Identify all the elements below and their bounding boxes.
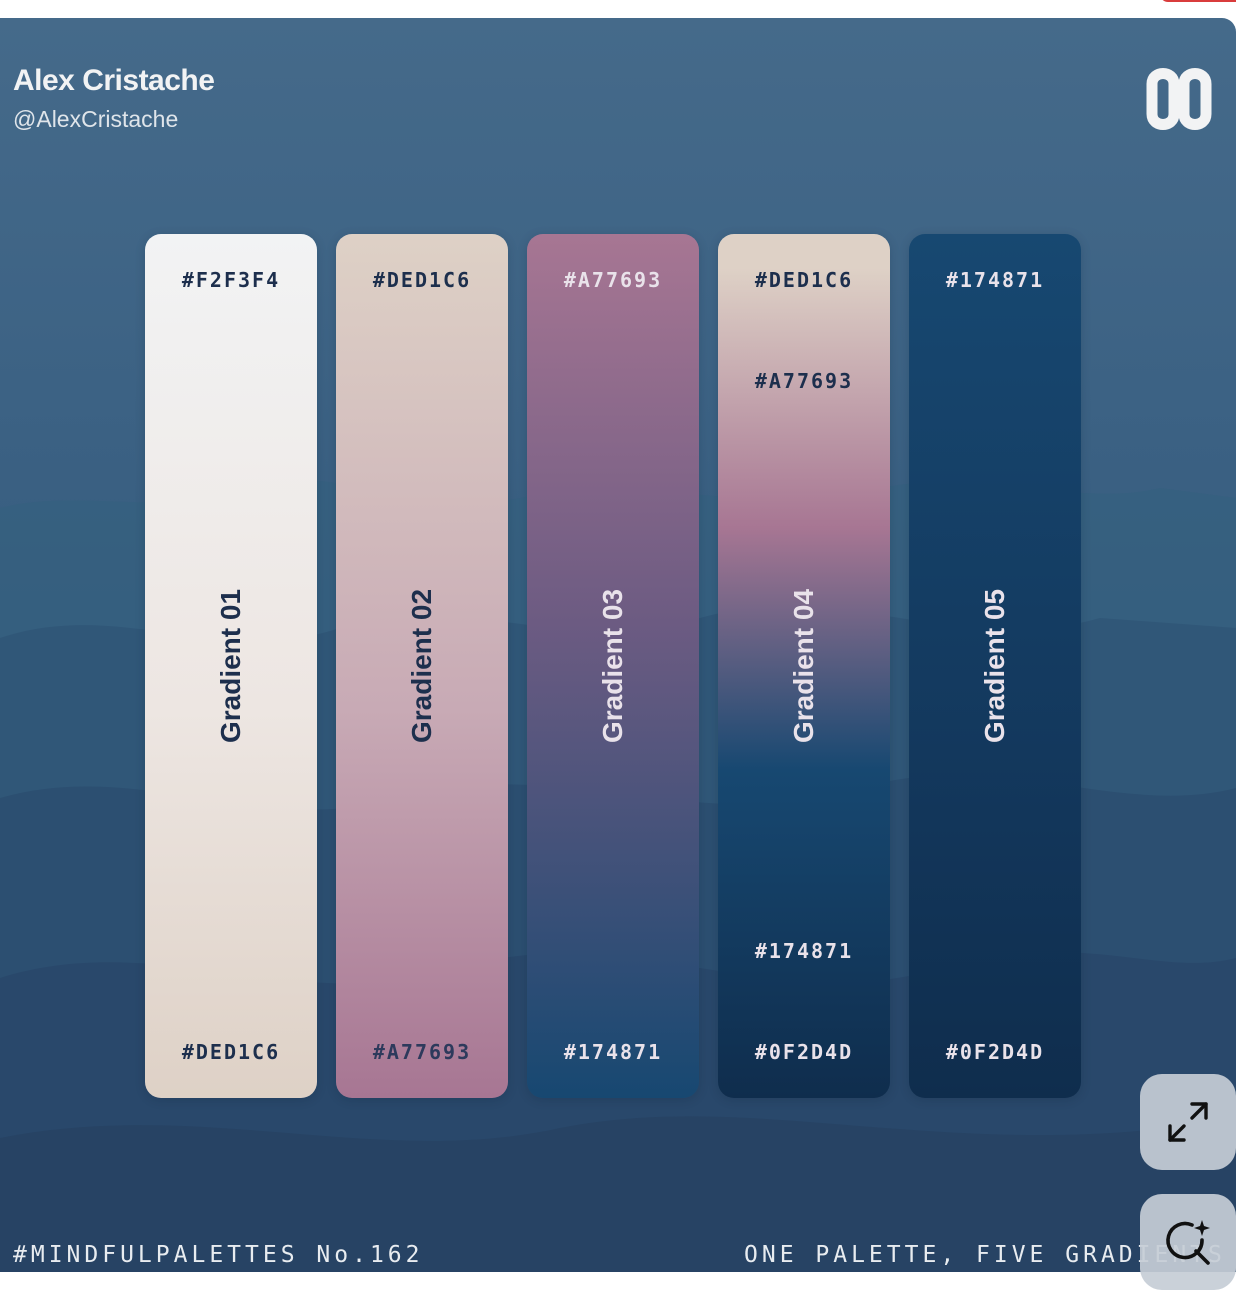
- author-block: Alex Cristache @AlexCristache: [13, 64, 215, 133]
- swatch-label: Gradient 03: [597, 588, 628, 744]
- hex-top: #F2F3F4: [181, 268, 281, 292]
- expand-button[interactable]: [1140, 1074, 1236, 1170]
- hex-bottom: #0F2D4D: [945, 1040, 1045, 1064]
- footer-hashtag: #MINDFULPALETTES No.162: [13, 1242, 424, 1268]
- author-name: Alex Cristache: [13, 64, 215, 97]
- hex-stop-2: #A77693: [754, 369, 854, 393]
- swatch-label: Gradient 01: [215, 588, 246, 744]
- expand-icon: [1168, 1102, 1208, 1142]
- palette-image[interactable]: Alex Cristache @AlexCristache #F2F3F4 Gr…: [0, 18, 1236, 1272]
- gradient-swatch-05: #174871 Gradient 05 #0F2D4D: [909, 234, 1081, 1098]
- gradient-swatch-02: #DED1C6 Gradient 02 #A77693: [336, 234, 508, 1098]
- swatch-label: Gradient 04: [788, 588, 819, 744]
- hex-top: #174871: [945, 268, 1045, 292]
- hex-bottom: #DED1C6: [181, 1040, 281, 1064]
- hex-top: #DED1C6: [372, 268, 472, 292]
- gradient-swatch-04: #DED1C6 #A77693 Gradient 04 #174871 #0F2…: [718, 234, 890, 1098]
- author-handle: @AlexCristache: [13, 106, 179, 132]
- hex-bottom: #174871: [563, 1040, 663, 1064]
- hex-stop-4: #0F2D4D: [754, 1040, 854, 1064]
- gradient-swatch-01: #F2F3F4 Gradient 01 #DED1C6: [145, 234, 317, 1098]
- hex-stop-1: #DED1C6: [754, 268, 854, 292]
- brand-logo-icon: [1146, 68, 1212, 130]
- hex-stop-3: #174871: [754, 939, 854, 963]
- hex-top: #A77693: [563, 268, 663, 292]
- hex-bottom: #A77693: [372, 1040, 472, 1064]
- visual-search-icon: [1166, 1220, 1210, 1265]
- gradient-swatch-03: #A77693 Gradient 03 #174871: [527, 234, 699, 1098]
- notification-badge: [1160, 0, 1236, 2]
- visual-search-button[interactable]: [1140, 1194, 1236, 1290]
- swatch-label: Gradient 02: [406, 588, 437, 744]
- swatch-label: Gradient 05: [979, 588, 1010, 744]
